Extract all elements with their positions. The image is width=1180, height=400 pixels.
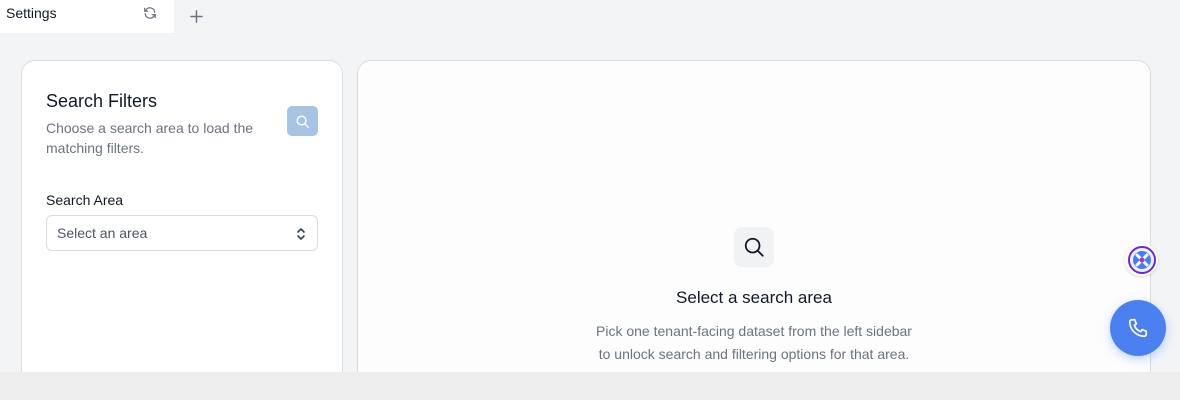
refresh-icon[interactable] xyxy=(142,5,158,21)
search-icon xyxy=(744,237,764,257)
tab-label: Settings xyxy=(6,5,57,21)
empty-state-title: Select a search area xyxy=(676,288,832,307)
sidebar-subtitle: Choose a search area to load the matchin… xyxy=(46,120,254,156)
tab-settings[interactable]: Settings xyxy=(0,0,174,33)
search-area-select[interactable]: Select an area xyxy=(46,215,318,251)
search-filters-sidebar: Search Filters Choose a search area to l… xyxy=(21,60,343,390)
empty-state-description: Pick one tenant-facing dataset from the … xyxy=(358,320,1150,366)
bottom-strip xyxy=(0,372,1180,400)
search-area-label: Search Area xyxy=(46,192,124,208)
main-panel: Select a search area Pick one tenant-fac… xyxy=(357,60,1151,390)
select-placeholder: Select an area xyxy=(57,225,148,241)
empty-state-icon-box xyxy=(734,227,774,267)
phone-icon xyxy=(1128,318,1148,338)
tab-bar: Settings xyxy=(0,0,1180,33)
chevron-up-down-icon xyxy=(297,228,305,240)
sidebar-title: Search Filters xyxy=(46,91,158,111)
search-icon xyxy=(296,115,309,128)
call-button[interactable] xyxy=(1110,300,1166,356)
plus-icon[interactable] xyxy=(187,7,205,25)
empty-state-description-line: to unlock search and filtering options f… xyxy=(598,346,910,362)
empty-state-description-line: Pick one tenant-facing dataset from the … xyxy=(596,323,912,339)
assistant-badge-icon[interactable] xyxy=(1125,243,1158,276)
page: Settings Search Filters Choose a search … xyxy=(0,0,1180,400)
search-button[interactable] xyxy=(287,106,318,136)
